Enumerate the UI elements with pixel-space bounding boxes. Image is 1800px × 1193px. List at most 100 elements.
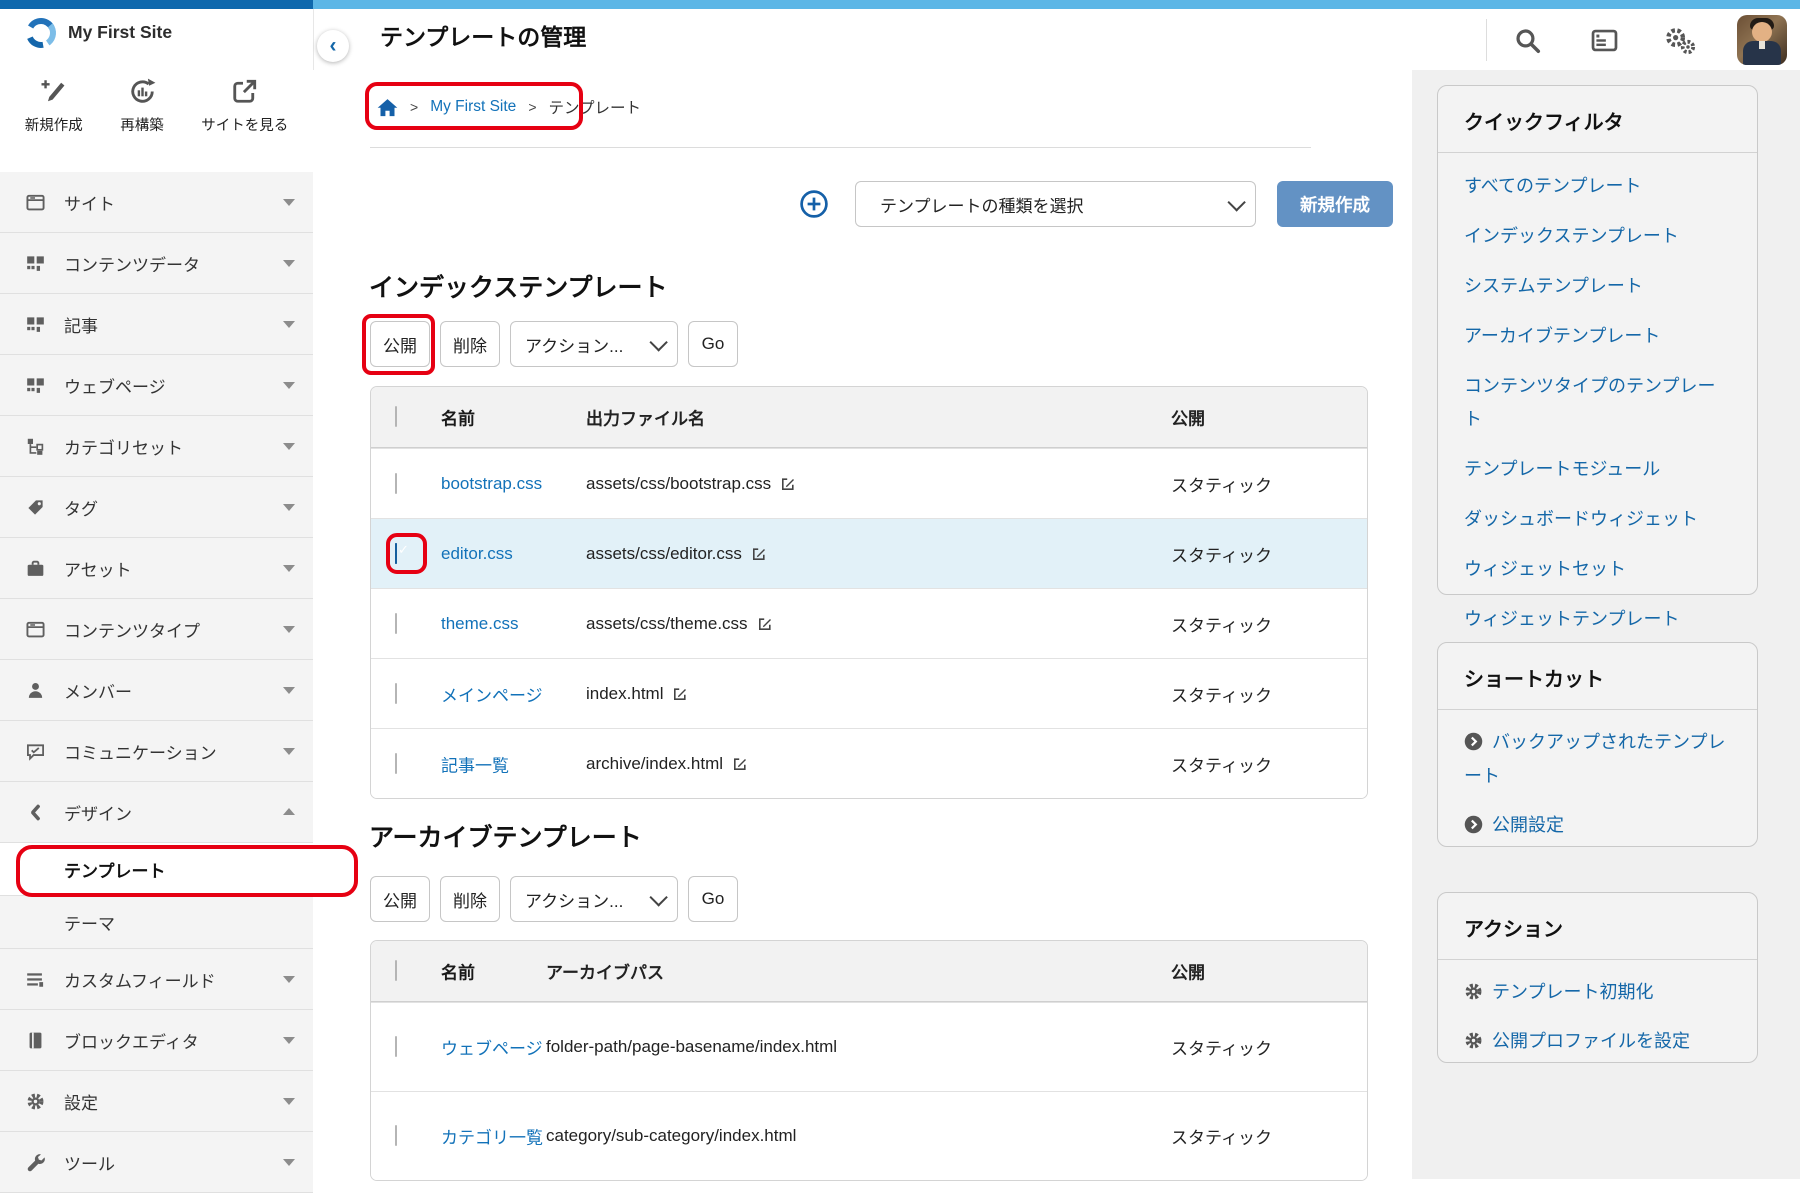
publish-button[interactable]: 公開 <box>370 321 430 367</box>
create-new-button[interactable]: 新規作成 <box>25 78 83 135</box>
publish-settings-link[interactable]: 公開設定 <box>1464 808 1731 842</box>
filter-all-templates[interactable]: すべてのテンプレート <box>1464 170 1731 203</box>
rebuild-button[interactable]: 再構築 <box>120 78 164 135</box>
filter-archive-templates[interactable]: アーカイブテンプレート <box>1464 320 1731 353</box>
backup-templates-link[interactable]: バックアップされたテンプレート <box>1464 725 1731 793</box>
external-link-icon <box>231 78 258 105</box>
sidebar-item-pages[interactable]: ウェブページ <box>0 355 313 416</box>
sidebar-item-category-sets[interactable]: カテゴリセット <box>0 416 313 477</box>
publish-status: スタティック <box>1171 751 1272 776</box>
filter-template-modules[interactable]: テンプレートモジュール <box>1464 453 1731 486</box>
action-select[interactable]: アクション... <box>510 876 678 922</box>
search-icon[interactable] <box>1514 27 1541 54</box>
sidebar-item-members[interactable]: メンバー <box>0 660 313 721</box>
row-checkbox[interactable] <box>395 473 397 494</box>
publish-button[interactable]: 公開 <box>370 876 430 922</box>
window-grid-icon <box>26 620 45 639</box>
index-templates-heading: インデックステンプレート <box>369 268 668 304</box>
publish-status: スタティック <box>1171 1035 1272 1060</box>
template-type-select[interactable]: テンプレートの種類を選択 <box>855 181 1256 227</box>
template-link[interactable]: 記事一覧 <box>441 756 509 775</box>
template-link[interactable]: bootstrap.css <box>441 474 542 493</box>
tree-icon <box>26 437 45 456</box>
table-row: bootstrap.css assets/css/bootstrap.css ス… <box>371 448 1367 518</box>
filter-content-type-templates[interactable]: コンテンツタイプのテンプレート <box>1464 370 1731 436</box>
sidebar-item-communication[interactable]: コミュニケーション <box>0 721 313 782</box>
edit-file-icon[interactable] <box>757 616 773 632</box>
user-avatar[interactable] <box>1737 15 1787 65</box>
list-menu-icon[interactable] <box>1590 27 1619 54</box>
sidebar-item-assets[interactable]: アセット <box>0 538 313 599</box>
sidebar-item-templates[interactable]: テンプレート <box>0 843 313 896</box>
edit-file-icon[interactable] <box>672 686 688 702</box>
row-checkbox-checked[interactable] <box>395 543 397 564</box>
breadcrumb-current: テンプレート <box>549 96 642 118</box>
right-rail: クイックフィルタ すべてのテンプレート インデックステンプレート システムテンプ… <box>1412 70 1800 1179</box>
actions-title: アクション <box>1464 913 1731 942</box>
template-link[interactable]: theme.css <box>441 614 518 633</box>
sidebar-item-content-types[interactable]: コンテンツタイプ <box>0 599 313 660</box>
select-all-checkbox[interactable] <box>395 960 397 981</box>
refresh-templates-link[interactable]: テンプレート初期化 <box>1464 975 1731 1009</box>
breadcrumb-site-link[interactable]: My First Site <box>430 98 516 116</box>
create-new-template-button[interactable]: 新規作成 <box>1277 181 1393 227</box>
row-checkbox[interactable] <box>395 1036 397 1057</box>
filter-index-templates[interactable]: インデックステンプレート <box>1464 220 1731 253</box>
go-button[interactable]: Go <box>688 876 738 922</box>
sidebar-item-block-editor[interactable]: ブロックエディタ <box>0 1010 313 1071</box>
edit-file-icon[interactable] <box>780 476 796 492</box>
sidebar-item-tags[interactable]: タグ <box>0 477 313 538</box>
sidebar-item-themes[interactable]: テーマ <box>0 896 313 949</box>
publish-profile-link[interactable]: 公開プロファイルを設定 <box>1464 1024 1731 1058</box>
filter-widget-templates[interactable]: ウィジェットテンプレート <box>1464 603 1731 636</box>
chevron-down-icon <box>283 443 295 450</box>
template-link[interactable]: カテゴリ一覧 <box>441 1129 543 1148</box>
row-checkbox[interactable] <box>395 683 397 704</box>
plus-circle-icon[interactable] <box>799 189 829 219</box>
action-select[interactable]: アクション... <box>510 321 678 367</box>
row-checkbox[interactable] <box>395 1125 397 1146</box>
filter-system-templates[interactable]: システムテンプレート <box>1464 270 1731 303</box>
card-divider <box>1438 152 1757 153</box>
home-icon[interactable] <box>377 98 398 117</box>
list-lines-icon <box>26 970 45 989</box>
breadcrumb-divider <box>370 147 1311 148</box>
go-button[interactable]: Go <box>688 321 738 367</box>
sidebar-item-content-data[interactable]: コンテンツデータ <box>0 233 313 294</box>
pencil-plus-icon <box>40 78 67 105</box>
chevron-down-icon <box>283 687 295 694</box>
filter-dashboard-widgets[interactable]: ダッシュボードウィジェット <box>1464 503 1731 536</box>
table-header: 名前 アーカイブパス 公開 <box>371 941 1367 1002</box>
delete-button[interactable]: 削除 <box>440 321 500 367</box>
row-checkbox[interactable] <box>395 613 397 634</box>
sidebar-item-tools[interactable]: ツール <box>0 1132 313 1193</box>
chevron-up-icon <box>283 808 295 815</box>
sidebar-item-design[interactable]: デザイン <box>0 782 313 843</box>
table-header: 名前 出力ファイル名 公開 <box>371 387 1367 448</box>
view-site-button[interactable]: サイトを見る <box>201 78 288 135</box>
header-right-divider <box>1486 19 1487 61</box>
delete-button[interactable]: 削除 <box>440 876 500 922</box>
sidebar-item-custom-fields[interactable]: カスタムフィールド <box>0 949 313 1010</box>
sidebar-item-site[interactable]: サイト <box>0 172 313 233</box>
circle-arrow-icon <box>1464 732 1483 751</box>
filter-widget-sets[interactable]: ウィジェットセット <box>1464 553 1731 586</box>
briefcase-icon <box>26 559 45 578</box>
shortcuts-card: ショートカット バックアップされたテンプレート 公開設定 <box>1437 642 1758 847</box>
template-link[interactable]: editor.css <box>441 544 513 563</box>
template-link[interactable]: ウェブページ <box>441 1040 543 1059</box>
select-all-checkbox[interactable] <box>395 406 397 427</box>
rebuild-icon <box>129 78 156 105</box>
chevron-down-icon <box>1227 193 1245 211</box>
publish-status: スタティック <box>1171 1124 1272 1149</box>
template-link[interactable]: メインページ <box>441 686 543 705</box>
page-title: テンプレートの管理 <box>380 18 586 52</box>
row-checkbox[interactable] <box>395 753 397 774</box>
sidebar-item-settings[interactable]: 設定 <box>0 1071 313 1132</box>
edit-file-icon[interactable] <box>732 756 748 772</box>
edit-file-icon[interactable] <box>751 546 767 562</box>
sidebar-item-entries[interactable]: 記事 <box>0 294 313 355</box>
table-row: メインページ index.html スタティック <box>371 658 1367 728</box>
system-settings-gears-icon[interactable] <box>1664 26 1696 55</box>
sidebar-collapse-button[interactable]: ‹ <box>317 30 349 62</box>
